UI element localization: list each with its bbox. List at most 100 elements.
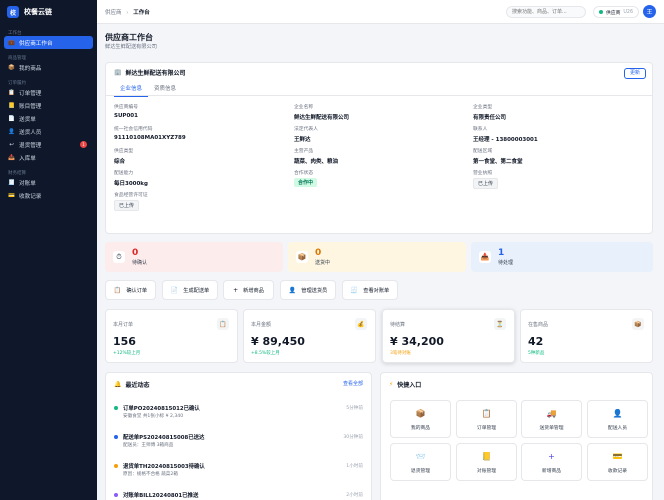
search-input[interactable] <box>506 6 586 18</box>
quick-action-button[interactable]: 👤 管理送货员 <box>280 280 336 300</box>
quick-action-button[interactable]: 🧾 查看对账单 <box>342 280 398 300</box>
quick-entry-title: 快捷入口 <box>397 381 422 389</box>
quick-entry-label: 退货管理 <box>410 469 431 474</box>
quick-entry-item[interactable]: 📦 我的商品 <box>390 400 451 438</box>
field-label: 配送能力 <box>114 171 134 176</box>
quick-action-button[interactable]: 📄 生成配送单 <box>162 280 218 300</box>
quick-entry-item[interactable]: 👤 配送人员 <box>587 400 648 438</box>
info-field: 供应商编号 SUP001 <box>114 103 138 119</box>
quick-action-label: 确认订单 <box>126 287 148 294</box>
app-logo[interactable]: 校 校餐云链 <box>0 0 97 24</box>
inbox-icon: 📥 <box>479 251 491 263</box>
briefcase-icon: 💼 <box>8 39 15 46</box>
activity-item[interactable]: 订单PO20240815012已确认 安徽食堂 共1张小标 ¥ 2,340 5分钟前 <box>106 401 371 427</box>
quick-entry-label: 送货单管理 <box>539 426 564 431</box>
activity-dot-icon <box>114 493 118 497</box>
field-value: 第一食堂、第二食堂 <box>473 159 523 165</box>
field-value: 王经理 - 13800003001 <box>473 137 538 143</box>
activity-time: 30分钟前 <box>343 435 363 440</box>
field-value: 蔬菜、肉类、粮油 <box>294 159 339 165</box>
sidebar-item[interactable]: 🧾 对账单 <box>4 176 93 189</box>
quick-entry-label: 收款记录 <box>607 469 628 474</box>
quick-entry-item[interactable]: 📒 对账管理 <box>456 443 517 481</box>
quick-action-button[interactable]: + 新增商品 <box>223 280 274 300</box>
sidebar-section-title: 商品管理 <box>8 56 26 61</box>
field-label: 法定代表人 <box>294 127 318 132</box>
breadcrumb-parent[interactable]: 供应商 <box>105 10 122 16</box>
update-button[interactable]: 更新 <box>623 68 646 79</box>
field-value: 鲜达生鲜配送有限公司 <box>294 115 350 121</box>
clock-icon: ⏱ <box>113 251 125 263</box>
ledger-icon: 📒 <box>8 102 15 109</box>
sidebar-item[interactable]: 📋 订单管理 <box>4 86 93 99</box>
sidebar-item[interactable]: 📒 账目管理 <box>4 99 93 112</box>
info-field: 配送能力每日3000kg <box>114 169 148 187</box>
kpi-card: 待结算 ¥ 34,200 3笔待对账 ⏳ <box>382 309 515 363</box>
order-icon: 📋 <box>8 89 15 96</box>
field-label: 企业类型 <box>473 105 493 110</box>
sidebar-item-label: 我的商品 <box>19 65 42 72</box>
status-card-label: 待处理 <box>498 260 514 266</box>
quick-entry-item[interactable]: 📨 退货管理 <box>390 443 451 481</box>
field-value: 每日3000kg <box>114 181 148 187</box>
box-icon: 📦 <box>415 409 426 418</box>
role-status[interactable]: 供应商 U26 <box>593 6 640 18</box>
sidebar-item[interactable]: 👤 送货人员 <box>4 125 93 138</box>
kpi-value: ¥ 89,450 <box>251 335 305 348</box>
status-card-label: 送货中 <box>315 260 331 266</box>
building-icon: 🏢 <box>114 68 122 76</box>
order-icon: 📋 <box>217 318 229 330</box>
field-value: 有限责任公司 <box>473 115 507 121</box>
status-card[interactable]: 📦 0 送货中 <box>288 242 466 272</box>
confirm-order-icon: 📋 <box>113 286 122 294</box>
activity-header: 🔔 最近动态 <box>106 373 371 395</box>
activity-item[interactable]: 对账单BILL20240801已推送 2小时前 <box>106 488 371 500</box>
status-card[interactable]: 📥 1 待处理 <box>471 242 653 272</box>
breadcrumb-separator: › <box>126 9 129 16</box>
sidebar-item[interactable]: 📄 送货单 <box>4 112 93 125</box>
activity-title: 最近动态 <box>125 381 150 389</box>
info-field: 企业名称 鲜达生鲜配送有限公司 <box>294 103 349 121</box>
quick-entry-card: ⚡ 快捷入口 📦 我的商品 📋 订单管理 🚚 送货单管理 👤 配送人员 📨 退货管理 📒 对账管理 + 新… <box>380 372 653 500</box>
view-all-link[interactable]: 查看全部 <box>343 380 363 387</box>
kpi-label: 本月订单 <box>113 322 134 328</box>
breadcrumb-current: 工作台 <box>133 9 150 16</box>
statement-icon: 🧾 <box>8 179 15 186</box>
quick-entry-item[interactable]: 🚚 送货单管理 <box>521 400 582 438</box>
kpi-label: 待结算 <box>390 322 406 328</box>
field-value: 合作中 <box>294 178 318 187</box>
role-version: U26 <box>623 9 634 15</box>
quick-action-button[interactable]: 📋 确认订单 <box>105 280 156 300</box>
status-card-text: 0 待确认 <box>132 248 147 266</box>
sidebar-item-label: 送货人员 <box>19 129 42 136</box>
quick-entry-item[interactable]: 💳 收款记录 <box>587 443 648 481</box>
payment-icon: 💳 <box>8 192 15 199</box>
activity-item[interactable]: 退货单TH20240815003待确认 原因：规格不合格 蔬菜2箱 1小时前 <box>106 459 371 485</box>
money-bag-icon: 💰 <box>355 318 367 330</box>
activity-time: 1小时前 <box>346 464 363 469</box>
sidebar-item-label: 入库单 <box>19 155 36 162</box>
delivery-note-icon: 📄 <box>8 115 15 122</box>
status-card-value: 0 <box>132 248 139 258</box>
activity-dot-icon <box>114 435 118 439</box>
sidebar-item[interactable]: 💼 供应商工作台 <box>4 36 93 49</box>
status-card[interactable]: ⏱ 0 待确认 <box>105 242 283 272</box>
sidebar-item[interactable]: 💳 收款记录 <box>4 189 93 202</box>
kpi-sub: 3笔待对账 <box>390 351 411 356</box>
kpi-value: 42 <box>528 335 544 348</box>
quick-entry-item[interactable]: + 新增商品 <box>521 443 582 481</box>
tab-divider <box>106 95 652 96</box>
sidebar-item[interactable]: 📥 入库单 <box>4 151 93 164</box>
inbound-icon: 📥 <box>8 154 15 161</box>
avatar[interactable]: 王 <box>643 5 656 18</box>
sidebar-item[interactable]: 📦 我的商品 <box>4 61 93 74</box>
return-icon: ↩ <box>9 141 14 148</box>
company-name: 鲜达生鲜配送有限公司 <box>125 69 186 77</box>
role-label: 供应商 <box>606 10 621 16</box>
quick-entry-item[interactable]: 📋 订单管理 <box>456 400 517 438</box>
field-value: 已上传 <box>114 200 140 211</box>
activity-title: 退货单TH20240815003待确认 <box>123 464 205 470</box>
activity-item[interactable]: 配送单PS20240815008已送达 配送员：王师傅 3箱商品 30分钟前 <box>106 430 371 456</box>
sidebar-item[interactable]: ↩ 退货管理 1 <box>4 138 93 151</box>
kpi-sub: +8.5%较上月 <box>251 351 280 356</box>
